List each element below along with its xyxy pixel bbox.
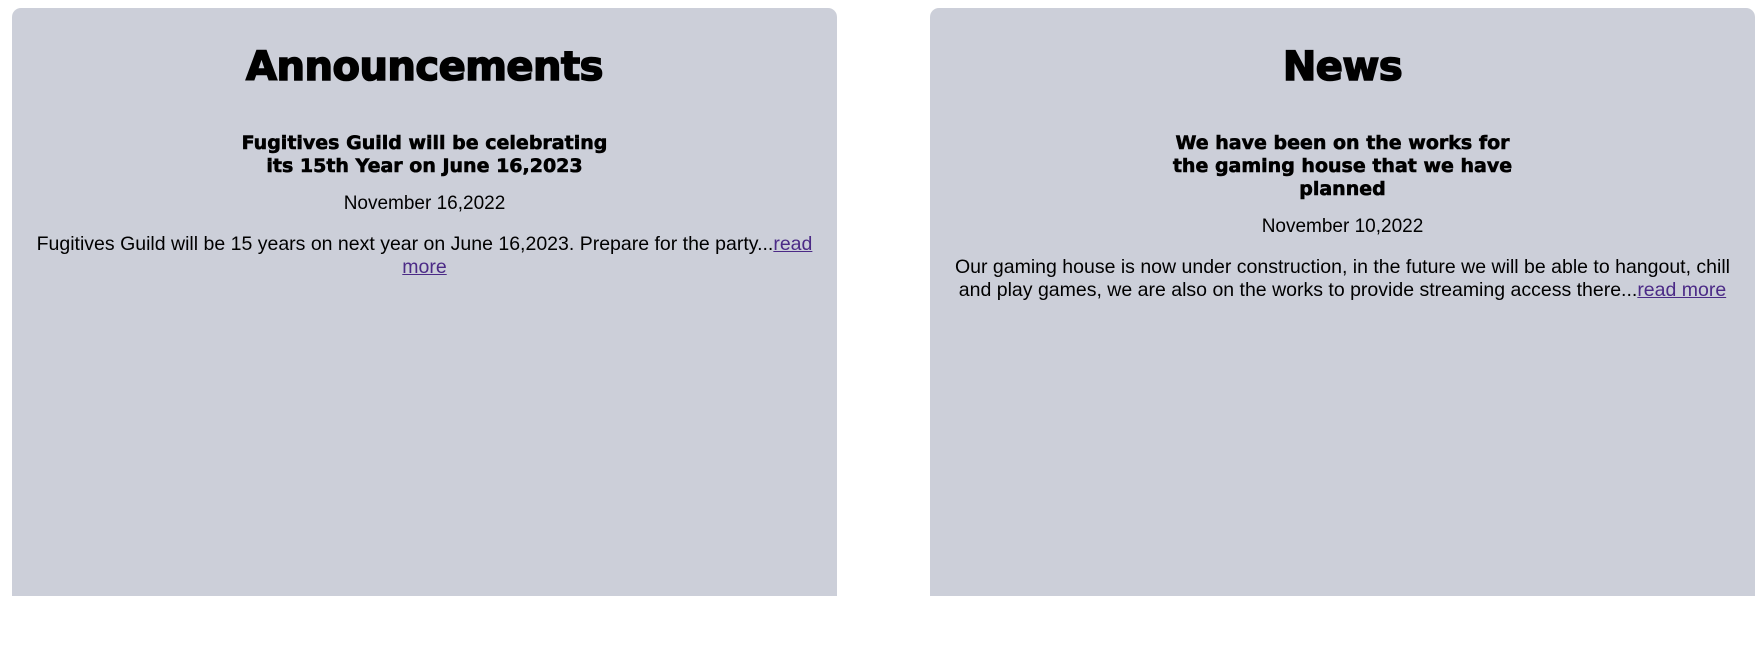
news-date: November 10,2022 xyxy=(1261,216,1424,237)
news-headline: We have been on the works for the gaming… xyxy=(1172,132,1513,201)
news-panel: News We have been on the works for the g… xyxy=(930,8,1755,596)
news-excerpt-text: Our gaming house is now under constructi… xyxy=(954,256,1731,301)
announcement-excerpt: Fugitives Guild will be 15 years on next… xyxy=(28,233,821,279)
announcement-date: November 16,2022 xyxy=(343,193,506,214)
announcements-panel: Announcements Fugitives Guild will be ce… xyxy=(12,8,837,596)
news-read-more-link[interactable]: read more xyxy=(1637,279,1726,301)
announcement-headline: Fugitives Guild will be celebrating its … xyxy=(241,132,608,178)
announcements-title: Announcements xyxy=(245,43,604,91)
news-title: News xyxy=(1282,43,1403,91)
announcement-excerpt-text: Fugitives Guild will be 15 years on next… xyxy=(36,233,774,255)
news-excerpt: Our gaming house is now under constructi… xyxy=(948,256,1737,302)
